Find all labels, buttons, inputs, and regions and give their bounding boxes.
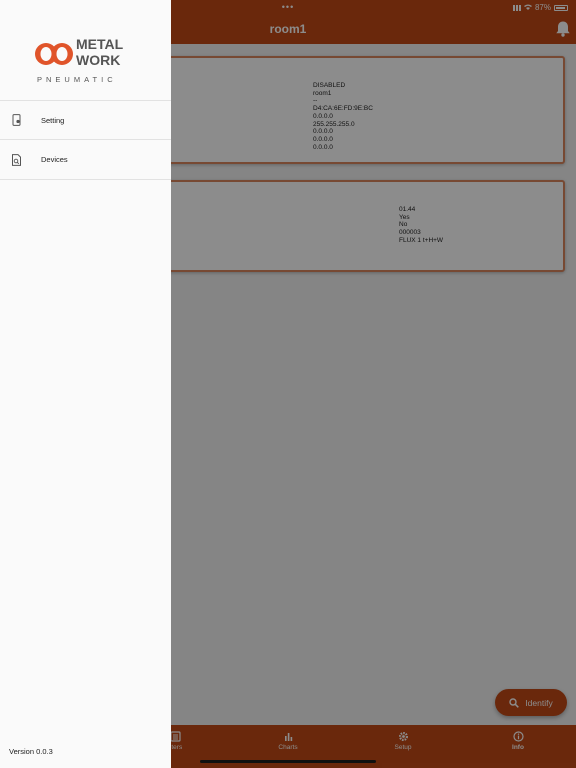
svg-text:WORK: WORK — [76, 52, 120, 68]
drawer-item-setting[interactable]: Setting — [0, 100, 171, 140]
drawer-item-devices[interactable]: Devices — [0, 140, 171, 180]
metal-work-logo: METAL WORK PNEUMATIC — [35, 36, 124, 84]
device-search-icon — [12, 153, 21, 166]
navigation-drawer: METAL WORK PNEUMATIC Setting Devices Ver… — [0, 0, 171, 768]
phone-settings-icon — [12, 114, 21, 126]
home-indicator[interactable] — [200, 760, 376, 763]
drawer-item-label: Devices — [41, 155, 68, 164]
drawer-item-label: Setting — [41, 115, 65, 125]
svg-text:METAL: METAL — [76, 36, 124, 52]
svg-text:PNEUMATIC: PNEUMATIC — [37, 75, 117, 84]
app-version: Version 0.0.3 — [9, 747, 53, 756]
